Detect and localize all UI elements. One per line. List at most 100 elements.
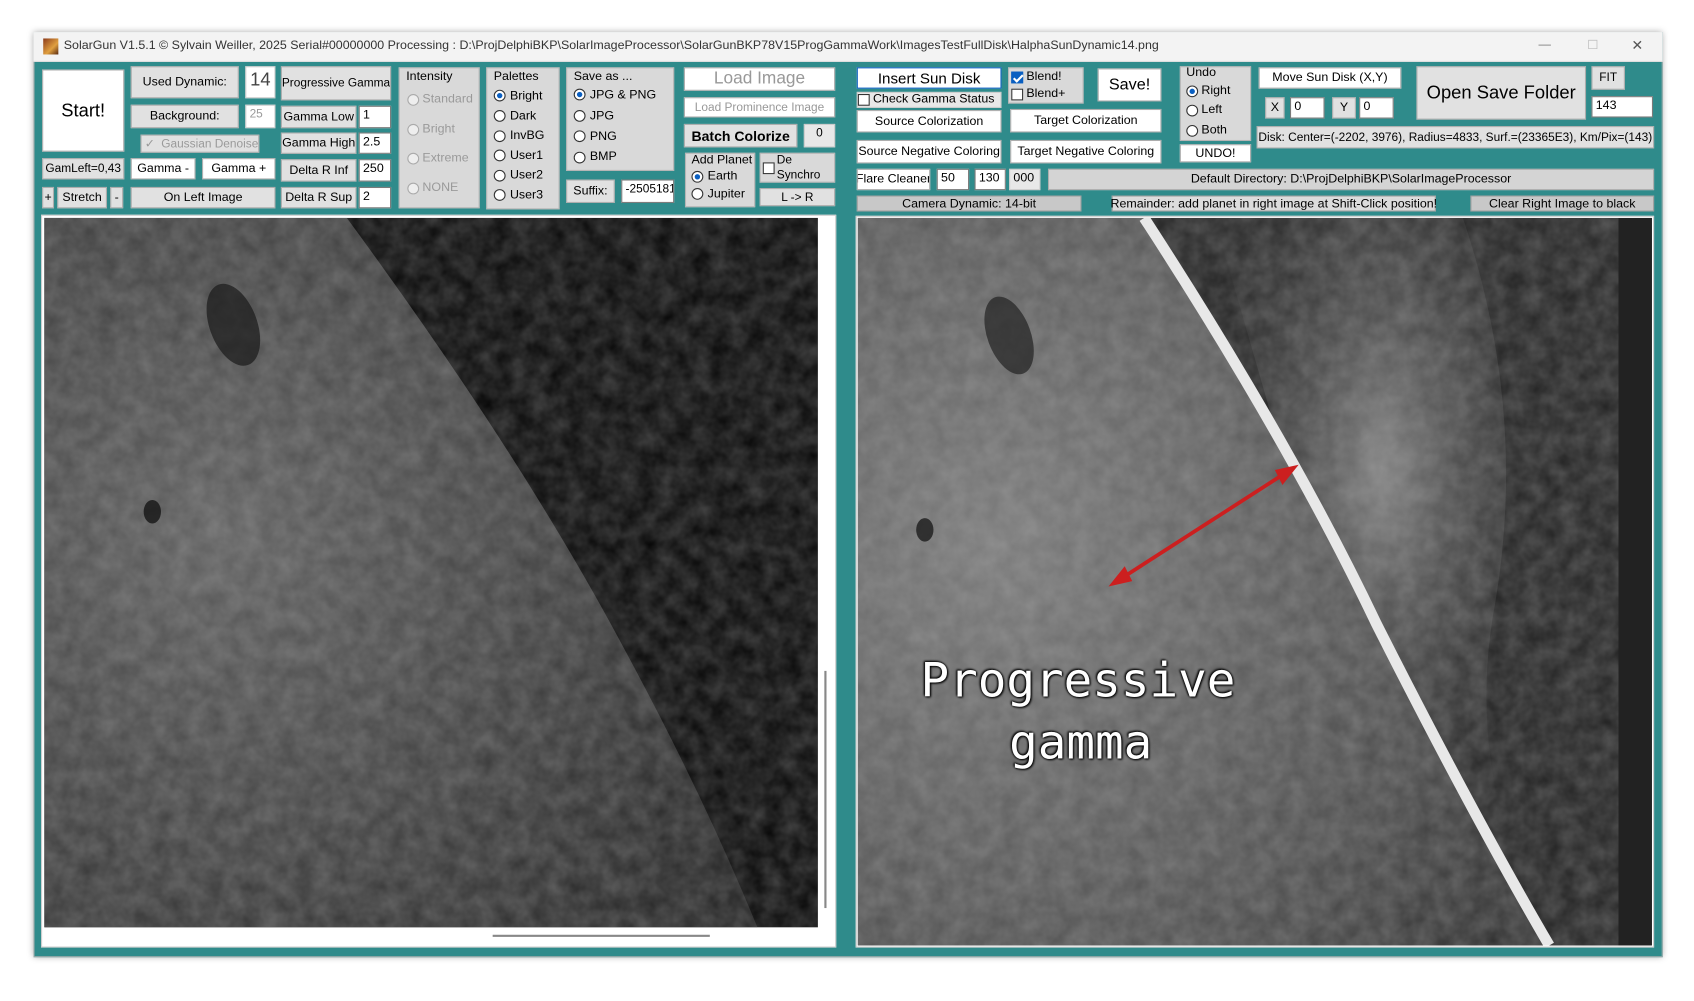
background-button[interactable]: Background: bbox=[130, 104, 239, 129]
batch-colorize-button[interactable]: Batch Colorize bbox=[683, 123, 798, 148]
stretch-button[interactable]: Stretch bbox=[57, 186, 107, 209]
suffix-button[interactable]: Suffix: bbox=[566, 179, 615, 203]
blend-plus-checkbox[interactable] bbox=[1011, 88, 1024, 101]
gaussian-denoise-check-icon: ✓ bbox=[144, 137, 155, 151]
de-synchro-checkbox[interactable] bbox=[762, 162, 775, 175]
save-button[interactable]: Save! bbox=[1097, 68, 1162, 102]
right-solar-image[interactable]: Progressive gamma bbox=[857, 217, 1652, 946]
used-dynamic-field[interactable]: 14 bbox=[245, 66, 276, 99]
start-button[interactable]: Start! bbox=[42, 69, 125, 152]
clear-right-image-button[interactable]: Clear Right Image to black bbox=[1470, 195, 1655, 212]
maximize-icon[interactable]: ☐ bbox=[1587, 37, 1598, 53]
gamma-high-button[interactable]: Gamma High bbox=[280, 132, 357, 154]
intensity-standard-radio[interactable] bbox=[407, 94, 420, 106]
delta-r-inf-field[interactable]: 250 bbox=[358, 159, 392, 182]
right-sunspot-2 bbox=[916, 518, 934, 542]
source-negative-coloring-button[interactable]: Source Negative Coloring bbox=[856, 139, 1002, 164]
undo-left-label: Left bbox=[1201, 103, 1223, 117]
palette-dark-radio[interactable] bbox=[493, 110, 506, 122]
delta-r-inf-button[interactable]: Delta R Inf bbox=[280, 159, 357, 182]
check-gamma-status-checkbox[interactable] bbox=[857, 94, 870, 106]
save-bmp-radio[interactable] bbox=[573, 151, 586, 164]
y-field[interactable]: 0 bbox=[1359, 97, 1394, 119]
palette-bright-radio[interactable] bbox=[493, 89, 506, 102]
planet-jupiter-label: Jupiter bbox=[707, 188, 745, 201]
fit-button[interactable]: FIT bbox=[1591, 66, 1625, 90]
palette-user1-radio[interactable] bbox=[493, 149, 506, 162]
l-to-r-button[interactable]: L -> R bbox=[759, 188, 836, 207]
flare-cleaner-field-b[interactable]: 130 bbox=[974, 168, 1006, 191]
planet-jupiter-radio[interactable] bbox=[691, 188, 704, 200]
intensity-bright-radio[interactable] bbox=[407, 123, 420, 136]
x-label: X bbox=[1265, 97, 1285, 119]
intensity-extreme-radio[interactable] bbox=[407, 152, 420, 165]
gamma-plus-button[interactable]: Gamma + bbox=[202, 158, 276, 180]
x-field[interactable]: 0 bbox=[1289, 97, 1325, 119]
palette-user1-label: User1 bbox=[509, 149, 544, 163]
close-icon[interactable]: ✕ bbox=[1631, 37, 1643, 54]
palette-user3-radio[interactable] bbox=[493, 189, 506, 201]
app-icon bbox=[43, 38, 59, 55]
insert-sun-disk-button[interactable]: Insert Sun Disk bbox=[856, 67, 1002, 89]
intensity-none-radio[interactable] bbox=[407, 182, 420, 195]
intensity-extreme-label: Extreme bbox=[422, 151, 469, 165]
undo-both-radio[interactable] bbox=[1186, 124, 1199, 137]
minimize-icon[interactable]: — bbox=[1538, 38, 1550, 51]
palette-invbg-radio[interactable] bbox=[493, 130, 506, 143]
batch-colorize-count[interactable]: 0 bbox=[803, 123, 836, 148]
undo-left-radio[interactable] bbox=[1186, 104, 1199, 117]
gam-left-readout: GamLeft=0,43 bbox=[42, 158, 125, 180]
default-directory-button[interactable]: Default Directory: D:\ProjDelphiBKP\Sola… bbox=[1047, 168, 1655, 191]
undo-right-radio[interactable] bbox=[1186, 85, 1199, 98]
gamma-low-field[interactable]: 1 bbox=[358, 105, 392, 129]
save-png-label: PNG bbox=[589, 130, 617, 144]
progressive-gamma-button[interactable]: Progressive Gamma bbox=[280, 66, 392, 101]
disk-info: Disk: Center=(-2202, 3976), Radius=4833,… bbox=[1256, 126, 1655, 149]
annotation-line-1: Progressive bbox=[920, 653, 1236, 709]
load-image-button[interactable]: Load Image bbox=[683, 67, 836, 91]
palettes-title: Palettes bbox=[493, 70, 539, 84]
move-sun-disk-button[interactable]: Move Sun Disk (X,Y) bbox=[1258, 67, 1402, 89]
on-left-image-button[interactable]: On Left Image bbox=[130, 186, 276, 209]
window-title: SolarGun V1.5.1 © Sylvain Weiller, 2025 … bbox=[63, 39, 1159, 53]
flare-cleaner-button[interactable]: Flare Cleaner bbox=[856, 168, 931, 191]
blend-plus-label: Blend+ bbox=[1026, 87, 1066, 101]
gamma-minus-button[interactable]: Gamma - bbox=[130, 158, 196, 180]
gamma-high-field[interactable]: 2.5 bbox=[358, 132, 392, 154]
gamma-low-button[interactable]: Gamma Low bbox=[280, 105, 357, 129]
gaussian-denoise-button[interactable]: ✓ Gaussian Denoise bbox=[140, 134, 260, 153]
blend-checkbox[interactable] bbox=[1011, 71, 1024, 84]
target-colorization-button[interactable]: Target Colorization bbox=[1010, 108, 1162, 133]
left-sun-disk-texture bbox=[44, 217, 758, 928]
left-solar-image[interactable] bbox=[44, 217, 818, 928]
undo-both-label: Both bbox=[1201, 123, 1227, 137]
save-jpg-png-radio[interactable] bbox=[573, 88, 586, 101]
palette-invbg-label: InvBG bbox=[509, 129, 545, 143]
intensity-standard-label: Standard bbox=[422, 92, 473, 106]
source-colorization-button[interactable]: Source Colorization bbox=[856, 110, 1002, 133]
remainder-status: Remainder: add planet in right image at … bbox=[1110, 195, 1438, 212]
save-png-radio[interactable] bbox=[573, 130, 586, 143]
planet-earth-radio[interactable] bbox=[691, 170, 704, 183]
undo-title: Undo bbox=[1186, 66, 1216, 80]
fit-field[interactable]: 143 bbox=[1591, 96, 1654, 118]
y-label: Y bbox=[1332, 97, 1356, 119]
annotation-line-2: gamma bbox=[1009, 715, 1153, 771]
background-field[interactable]: 25 bbox=[245, 104, 276, 129]
delta-r-sup-button[interactable]: Delta R Sup bbox=[280, 186, 357, 209]
flare-cleaner-field-a[interactable]: 50 bbox=[936, 168, 970, 191]
target-negative-coloring-button[interactable]: Target Negative Coloring bbox=[1010, 139, 1162, 164]
stretch-plus-button[interactable]: + bbox=[42, 186, 55, 209]
save-jpg-radio[interactable] bbox=[573, 110, 586, 122]
stretch-minus-button[interactable]: - bbox=[110, 186, 124, 209]
suffix-field[interactable]: -2505181 bbox=[621, 179, 675, 203]
left-horizontal-scrollbar[interactable] bbox=[492, 934, 710, 937]
flare-cleaner-field-c[interactable]: 000 bbox=[1009, 168, 1041, 191]
delta-r-sup-field[interactable]: 2 bbox=[358, 186, 392, 209]
undo-button[interactable]: UNDO! bbox=[1179, 144, 1252, 163]
open-save-folder-button[interactable]: Open Save Folder bbox=[1416, 66, 1587, 120]
used-dynamic-button[interactable]: Used Dynamic: bbox=[130, 66, 239, 99]
load-prominence-button[interactable]: Load Prominence Image bbox=[683, 97, 836, 118]
left-vertical-scrollbar[interactable] bbox=[824, 670, 827, 909]
palette-user2-radio[interactable] bbox=[493, 169, 506, 182]
